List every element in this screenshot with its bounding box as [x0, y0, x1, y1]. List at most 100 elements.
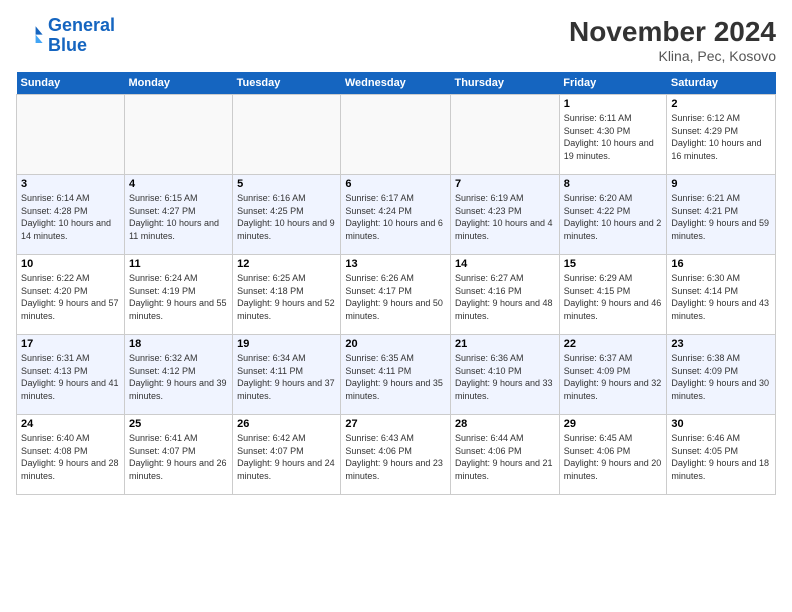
header: General Blue November 2024 Klina, Pec, K… — [16, 16, 776, 64]
day-number: 28 — [455, 418, 555, 430]
calendar-cell: 7Sunrise: 6:19 AMSunset: 4:23 PMDaylight… — [450, 175, 559, 255]
day-detail: Sunrise: 6:15 AMSunset: 4:27 PMDaylight:… — [129, 192, 228, 242]
day-number: 24 — [21, 418, 120, 430]
title-block: November 2024 Klina, Pec, Kosovo — [569, 16, 776, 64]
day-number: 18 — [129, 338, 228, 350]
col-monday: Monday — [124, 72, 232, 95]
day-number: 12 — [237, 258, 336, 270]
calendar-cell: 14 Sunrise: 6:27 AMSunset: 4:16 PMDayligh… — [450, 255, 559, 335]
day-number: 14 — [455, 258, 555, 270]
calendar-week-2: 10 Sunrise: 6:22 AMSunset: 4:20 PMDayligh… — [17, 255, 776, 335]
day-number: 20 — [345, 338, 446, 350]
day-detail: Sunrise: 6:14 AMSunset: 4:28 PMDaylight:… — [21, 192, 120, 242]
calendar-cell: 9Sunrise: 6:21 AMSunset: 4:21 PMDaylight… — [667, 175, 776, 255]
col-saturday: Saturday — [667, 72, 776, 95]
day-detail: Sunrise: 6:16 AMSunset: 4:25 PMDaylight:… — [237, 192, 336, 242]
day-detail: Sunrise: 6:37 AMSunset: 4:09 PMDaylight:… — [564, 352, 663, 402]
day-number: 3 — [21, 178, 120, 190]
day-number: 16 — [671, 258, 771, 270]
calendar-cell: 11 Sunrise: 6:24 AMSunset: 4:19 PMDayligh… — [124, 255, 232, 335]
col-friday: Friday — [559, 72, 667, 95]
calendar-cell: 4 Sunrise: 6:15 AMSunset: 4:27 PMDaylight… — [124, 175, 232, 255]
day-detail: Sunrise: 6:11 AMSunset: 4:30 PMDaylight:… — [564, 112, 663, 162]
calendar-cell: 23 Sunrise: 6:38 AMSunset: 4:09 PMDayligh… — [667, 335, 776, 415]
day-detail: Sunrise: 6:32 AMSunset: 4:12 PMDaylight:… — [129, 352, 228, 402]
logo-line1: General — [48, 15, 115, 35]
day-detail: Sunrise: 6:45 AMSunset: 4:06 PMDaylight:… — [564, 432, 663, 482]
day-detail: Sunrise: 6:27 AMSunset: 4:16 PMDaylight:… — [455, 272, 555, 322]
col-thursday: Thursday — [450, 72, 559, 95]
calendar-cell: 8 Sunrise: 6:20 AMSunset: 4:22 PMDaylight… — [559, 175, 667, 255]
calendar-cell: 12 Sunrise: 6:25 AMSunset: 4:18 PMDayligh… — [233, 255, 341, 335]
calendar-cell: 5 Sunrise: 6:16 AMSunset: 4:25 PMDaylight… — [233, 175, 341, 255]
logo-line2: Blue — [48, 36, 115, 56]
main-title: November 2024 — [569, 16, 776, 48]
calendar-cell: 16 Sunrise: 6:30 AMSunset: 4:14 PMDayligh… — [667, 255, 776, 335]
day-number: 4 — [129, 178, 228, 190]
day-detail: Sunrise: 6:24 AMSunset: 4:19 PMDaylight:… — [129, 272, 228, 322]
day-detail: Sunrise: 6:35 AMSunset: 4:11 PMDaylight:… — [345, 352, 446, 402]
day-number: 7 — [455, 178, 555, 190]
day-number: 8 — [564, 178, 663, 190]
sub-title: Klina, Pec, Kosovo — [569, 48, 776, 64]
day-number: 21 — [455, 338, 555, 350]
logo-text: General Blue — [48, 16, 115, 56]
day-detail: Sunrise: 6:40 AMSunset: 4:08 PMDaylight:… — [21, 432, 120, 482]
calendar-cell: 19 Sunrise: 6:34 AMSunset: 4:11 PMDayligh… — [233, 335, 341, 415]
calendar-cell — [17, 95, 125, 175]
day-detail: Sunrise: 6:42 AMSunset: 4:07 PMDaylight:… — [237, 432, 336, 482]
day-detail: Sunrise: 6:36 AMSunset: 4:10 PMDaylight:… — [455, 352, 555, 402]
calendar-cell: 20 Sunrise: 6:35 AMSunset: 4:11 PMDayligh… — [341, 335, 451, 415]
calendar-cell: 28Sunrise: 6:44 AMSunset: 4:06 PMDayligh… — [450, 415, 559, 495]
day-detail: Sunrise: 6:25 AMSunset: 4:18 PMDaylight:… — [237, 272, 336, 322]
day-number: 6 — [345, 178, 446, 190]
day-number: 27 — [345, 418, 446, 430]
day-number: 26 — [237, 418, 336, 430]
calendar-week-4: 24 Sunrise: 6:40 AMSunset: 4:08 PMDayligh… — [17, 415, 776, 495]
calendar-cell: 24 Sunrise: 6:40 AMSunset: 4:08 PMDayligh… — [17, 415, 125, 495]
calendar-week-0: 1 Sunrise: 6:11 AMSunset: 4:30 PMDaylight… — [17, 95, 776, 175]
header-row: Sunday Monday Tuesday Wednesday Thursday… — [17, 72, 776, 95]
calendar-cell — [341, 95, 451, 175]
calendar-cell: 15Sunrise: 6:29 AMSunset: 4:15 PMDayligh… — [559, 255, 667, 335]
day-number: 13 — [345, 258, 446, 270]
calendar-cell: 17 Sunrise: 6:31 AMSunset: 4:13 PMDayligh… — [17, 335, 125, 415]
day-detail: Sunrise: 6:12 AMSunset: 4:29 PMDaylight:… — [671, 112, 771, 162]
page: General Blue November 2024 Klina, Pec, K… — [0, 0, 792, 612]
calendar-week-3: 17 Sunrise: 6:31 AMSunset: 4:13 PMDayligh… — [17, 335, 776, 415]
day-number: 30 — [671, 418, 771, 430]
calendar-cell: 13 Sunrise: 6:26 AMSunset: 4:17 PMDayligh… — [341, 255, 451, 335]
calendar-cell — [233, 95, 341, 175]
day-number: 1 — [564, 98, 663, 110]
logo-icon — [16, 22, 44, 50]
day-number: 2 — [671, 98, 771, 110]
calendar-cell: 26 Sunrise: 6:42 AMSunset: 4:07 PMDayligh… — [233, 415, 341, 495]
day-detail: Sunrise: 6:20 AMSunset: 4:22 PMDaylight:… — [564, 192, 663, 242]
day-detail: Sunrise: 6:26 AMSunset: 4:17 PMDaylight:… — [345, 272, 446, 322]
logo: General Blue — [16, 16, 115, 56]
calendar-cell: 29 Sunrise: 6:45 AMSunset: 4:06 PMDayligh… — [559, 415, 667, 495]
day-number: 17 — [21, 338, 120, 350]
calendar-cell: 22Sunrise: 6:37 AMSunset: 4:09 PMDayligh… — [559, 335, 667, 415]
calendar-cell: 10 Sunrise: 6:22 AMSunset: 4:20 PMDayligh… — [17, 255, 125, 335]
day-number: 5 — [237, 178, 336, 190]
day-detail: Sunrise: 6:41 AMSunset: 4:07 PMDaylight:… — [129, 432, 228, 482]
day-number: 11 — [129, 258, 228, 270]
day-number: 19 — [237, 338, 336, 350]
calendar-cell: 21 Sunrise: 6:36 AMSunset: 4:10 PMDayligh… — [450, 335, 559, 415]
day-number: 10 — [21, 258, 120, 270]
calendar-cell: 30 Sunrise: 6:46 AMSunset: 4:05 PMDayligh… — [667, 415, 776, 495]
day-detail: Sunrise: 6:34 AMSunset: 4:11 PMDaylight:… — [237, 352, 336, 402]
col-tuesday: Tuesday — [233, 72, 341, 95]
day-number: 23 — [671, 338, 771, 350]
day-detail: Sunrise: 6:30 AMSunset: 4:14 PMDaylight:… — [671, 272, 771, 322]
day-detail: Sunrise: 6:38 AMSunset: 4:09 PMDaylight:… — [671, 352, 771, 402]
day-number: 29 — [564, 418, 663, 430]
day-detail: Sunrise: 6:46 AMSunset: 4:05 PMDaylight:… — [671, 432, 771, 482]
day-detail: Sunrise: 6:31 AMSunset: 4:13 PMDaylight:… — [21, 352, 120, 402]
day-detail: Sunrise: 6:22 AMSunset: 4:20 PMDaylight:… — [21, 272, 120, 322]
calendar-cell: 2 Sunrise: 6:12 AMSunset: 4:29 PMDaylight… — [667, 95, 776, 175]
calendar-cell: 3 Sunrise: 6:14 AMSunset: 4:28 PMDaylight… — [17, 175, 125, 255]
day-detail: Sunrise: 6:29 AMSunset: 4:15 PMDaylight:… — [564, 272, 663, 322]
calendar-table: Sunday Monday Tuesday Wednesday Thursday… — [16, 72, 776, 495]
